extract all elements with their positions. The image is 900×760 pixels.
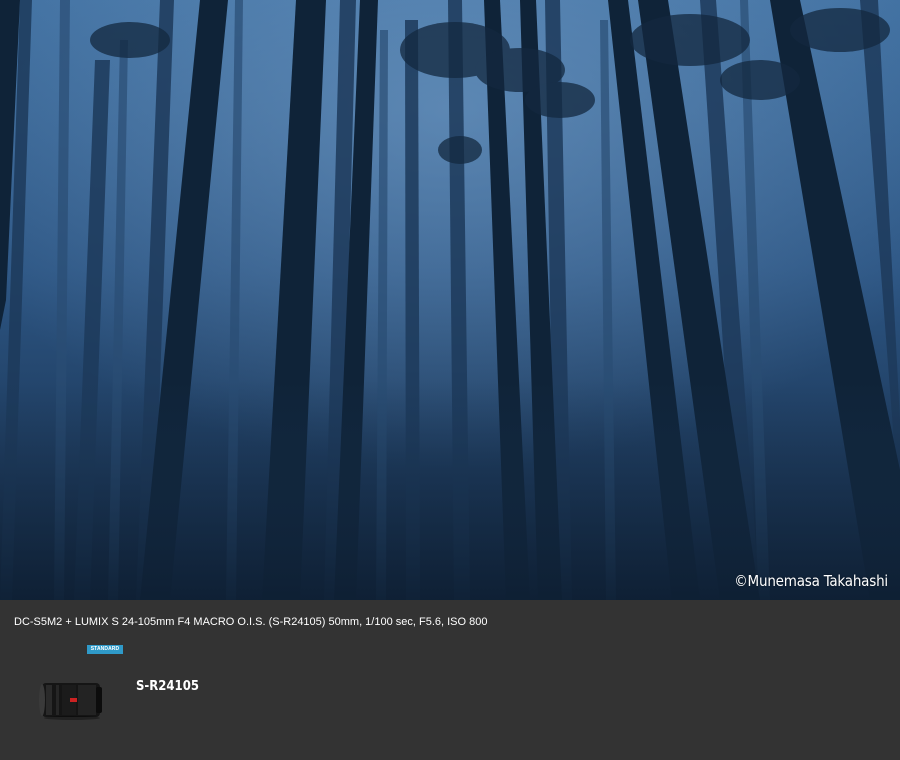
- lens-category-badge: STANDARD: [87, 645, 123, 654]
- lens-icon: [39, 683, 102, 720]
- forest-image: [0, 0, 900, 600]
- lens-model-name[interactable]: S-R24105: [136, 679, 199, 694]
- shooting-data-caption: DC-S5M2 + LUMIX S 24-105mm F4 MACRO O.I.…: [14, 616, 488, 628]
- lens-thumbnail[interactable]: [36, 676, 106, 720]
- photo-credit: ©Munemasa Takahashi: [734, 572, 888, 590]
- sample-photo: ©Munemasa Takahashi: [0, 0, 900, 600]
- photo-info-panel: DC-S5M2 + LUMIX S 24-105mm F4 MACRO O.I.…: [0, 600, 900, 760]
